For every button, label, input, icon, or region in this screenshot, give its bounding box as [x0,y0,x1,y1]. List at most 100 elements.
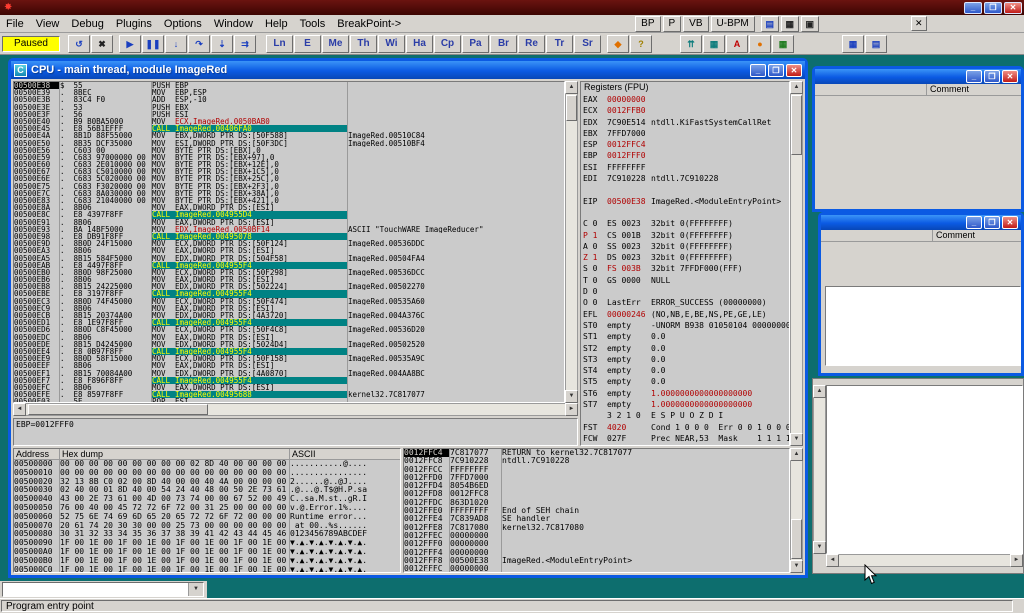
scroll-right-button[interactable]: ► [1010,554,1023,567]
stack-row[interactable]: 0012FFFC00000000 [404,565,789,573]
disasm-vscrollbar[interactable]: ▲ ▼ [565,81,578,403]
disasm-row[interactable]: 00500EDE. 8B15 D4245000MOVEDX,DWORD PTR … [14,341,564,348]
registers-pane[interactable]: Registers (FPU) EAX00000000 ECX0012FFB0 … [580,81,790,446]
menu-item[interactable]: Help [259,16,294,32]
minimize-button[interactable]: _ [966,216,982,229]
dump-row[interactable]: 005000C01F 00 1E 00 1F 00 1E 00 1F 00 1E… [14,566,400,573]
trace-into-button[interactable]: ⇣ [211,35,233,53]
register-row[interactable]: EFL00000246(NO,NB,E,BE,NS,PE,GE,LE) [581,309,789,320]
register-row[interactable]: ST3empty0.0 [581,354,789,365]
scroll-left-button[interactable]: ◄ [826,554,839,567]
stack-row[interactable]: 0012FFF000000000 [404,540,789,548]
disasm-row[interactable]: 00500E98. E8 DB91F8FFCALLImageRed.004950… [14,233,564,240]
memory-dump-pane[interactable]: Address Hex dump ASCII 0050000000 00 00 … [13,448,401,573]
pane-letter-button[interactable]: Sr [574,35,601,53]
disasm-row[interactable]: 00500EBE. E8 3197F8FFCALLImageRed.004955… [14,290,564,297]
register-row[interactable]: ST1empty0.0 [581,331,789,342]
register-row[interactable] [581,184,789,195]
pane-letter-button[interactable]: Ln [266,35,293,53]
menu-item[interactable]: Plugins [110,16,158,32]
disasm-row[interactable]: 00500EDC. 8B06MOVEAX,DWORD PTR DS:[ESI] [14,334,564,341]
disasm-row[interactable]: 00500EFC. 8B06MOVEAX,DWORD PTR DS:[ESI] [14,384,564,391]
stack-row[interactable]: 0012FFC47C817077RETURN to kernel32.7C817… [404,449,789,457]
stack-row[interactable]: 0012FFD80012FFC8 [404,490,789,498]
menu-item[interactable]: File [0,16,30,32]
teal-grid-button[interactable]: ▦ [703,35,725,53]
register-row[interactable]: EIP00500E38ImageRed.<ModuleEntryPoint> [581,196,789,207]
command-combobox[interactable]: ▼ [2,582,204,597]
side-window-middle-body[interactable] [821,242,1021,368]
maximize-button[interactable]: ❐ [984,216,1000,229]
disasm-row[interactable]: 00500E38$ 55PUSHEBP [14,82,564,89]
register-row[interactable]: O 0LastErrERROR_SUCCESS (00000000) [581,297,789,308]
scroll-down-button[interactable]: ▼ [813,541,826,554]
side-window-bottom-content[interactable] [826,385,1023,554]
disasm-row[interactable]: 00500E67. C683 C5010000 00MOVBYTE PTR DS… [14,168,564,175]
register-row[interactable]: EAX00000000 [581,94,789,105]
rows-button[interactable]: ▤ [865,35,887,53]
register-row[interactable]: ST7empty1.0000000000000000000 [581,399,789,410]
info-pane[interactable]: EBP=0012FFF0 [13,418,578,446]
dump-row[interactable]: 005000901F 00 1E 00 1F 00 1E 00 1F 00 1E… [14,539,400,548]
pane-letter-button[interactable]: Ha [406,35,433,53]
pane-letter-button[interactable]: Tr [546,35,573,53]
dump-row[interactable]: 005000A01F 00 1E 00 1F 00 1E 00 1F 00 1E… [14,548,400,557]
scroll-up-button[interactable]: ▲ [790,81,803,94]
disasm-row[interactable]: 00500E8A. 8B06MOVEAX,DWORD PTR DS:[ESI] [14,204,564,211]
disasm-row[interactable]: 00500E3B. 83C4 F0ADDESP,-10 [14,96,564,103]
disasm-row[interactable]: 00500EA5. 8B15 584F5000MOVEDX,DWORD PTR … [14,255,564,262]
disasm-row[interactable]: 00500EE4. E8 0B97F8FFCALLImageRed.004955… [14,348,564,355]
stack-row[interactable]: 0012FFF800500E38ImageRed.<ModuleEntryPoi… [404,557,789,565]
cpu-window-titlebar[interactable]: C CPU - main thread, module ImageRed _ ❐… [11,61,805,79]
disasm-row[interactable]: 00500EC9. 8B06MOVEAX,DWORD PTR DS:[ESI] [14,305,564,312]
command-input[interactable] [3,583,188,596]
register-row[interactable]: C 0ES 002332bit 0(FFFFFFFF) [581,218,789,229]
plugin-toolbar-button[interactable]: P [663,16,682,32]
side-window-bottom-body[interactable]: ▲ ▼ ◄ ► [813,379,1023,567]
disasm-row[interactable]: 00500E3E. 53PUSHEBX [14,104,564,111]
register-row[interactable]: ST4empty0.0 [581,365,789,376]
pane-letter-button[interactable]: Br [490,35,517,53]
stack-row[interactable]: 0012FFD07FFD7000 [404,474,789,482]
disasm-row[interactable]: 00500EB6. 8B06MOVEAX,DWORD PTR DS:[ESI] [14,276,564,283]
stack-row[interactable]: 0012FFE0FFFFFFFFEnd of SEH chain [404,507,789,515]
register-row[interactable]: D 0 [581,286,789,297]
register-row[interactable]: P 1CS 001B32bit 0(FFFFFFFF) [581,230,789,241]
help-button[interactable]: ? [630,35,652,53]
pane-letter-button[interactable]: E [294,35,321,53]
app-minimize-button[interactable]: _ [964,2,982,14]
stack-pane[interactable]: 0012FFC47C817077RETURN to kernel32.7C817… [403,448,790,573]
dump-row[interactable]: 0050002032 13 8B C0 02 00 8D 40 00 00 40… [14,478,400,487]
registers-vscrollbar[interactable]: ▲ ▼ [790,81,803,446]
disasm-row[interactable]: 00500EFE. E8 8597F8FFCALLImageRed.004956… [14,391,564,398]
register-row[interactable]: A 0SS 002332bit 0(FFFFFFFF) [581,241,789,252]
scrollbar-thumb[interactable] [791,95,802,155]
pane-letter-button[interactable]: Me [322,35,349,53]
disasm-row[interactable]: 00500E93. BA 14BF5000MOVEDX,ImageRed.005… [14,226,564,233]
menu-item[interactable]: Debug [65,16,109,32]
register-row[interactable]: FCW027FPrec NEAR,53 Mask 1 1 1 1 1 1 [581,433,789,444]
grid-button[interactable]: ▦ [781,16,799,32]
disasm-row[interactable]: 00500EC3. 8B0D 74F45000MOVECX,DWORD PTR … [14,298,564,305]
app-maximize-button[interactable]: ❐ [984,2,1002,14]
close-button[interactable]: ✕ [1002,70,1018,83]
disasm-row[interactable]: 00500E50. 8B35 DCF35000MOVESI,DWORD PTR … [14,140,564,147]
disasm-row[interactable]: 00500E59. C683 97000000 00MOVBYTE PTR DS… [14,154,564,161]
disasm-row[interactable]: 00500E40. B9 B0BA5000MOVECX,ImageRed.005… [14,118,564,125]
maximize-button[interactable]: ❐ [984,70,1000,83]
scroll-down-button[interactable]: ▼ [790,560,803,573]
dump-row[interactable]: 0050005076 00 40 00 45 72 72 6F 72 00 31… [14,504,400,513]
register-row[interactable]: ESP0012FFC4 [581,139,789,150]
plugin-toolbar-button[interactable]: BP [635,16,660,32]
stack-row[interactable]: 0012FFE47C839AD8SE handler [404,515,789,523]
app-close-button[interactable]: ✕ [1004,2,1022,14]
app-titlebar[interactable]: ✸ _ ❐ ✕ [0,0,1024,15]
stack-row[interactable]: 0012FFCCFFFFFFFF [404,466,789,474]
dump-row[interactable]: 0050001000 00 00 00 00 00 00 00 00 00 00… [14,469,400,478]
register-row[interactable]: ST0empty-UNORM B938 01050104 00000000 [581,320,789,331]
disasm-row[interactable]: 00500E75. C683 F3020000 00MOVBYTE PTR DS… [14,183,564,190]
dump-row[interactable]: 005000B01F 00 1E 00 1F 00 1E 00 1F 00 1E… [14,557,400,566]
stack-row[interactable]: 0012FFEC00000000 [404,532,789,540]
stack-row[interactable]: 0012FFE87C817080kernel32.7C817080 [404,524,789,532]
disasm-row[interactable]: 00500E7C. C683 8A030000 00MOVBYTE PTR DS… [14,190,564,197]
